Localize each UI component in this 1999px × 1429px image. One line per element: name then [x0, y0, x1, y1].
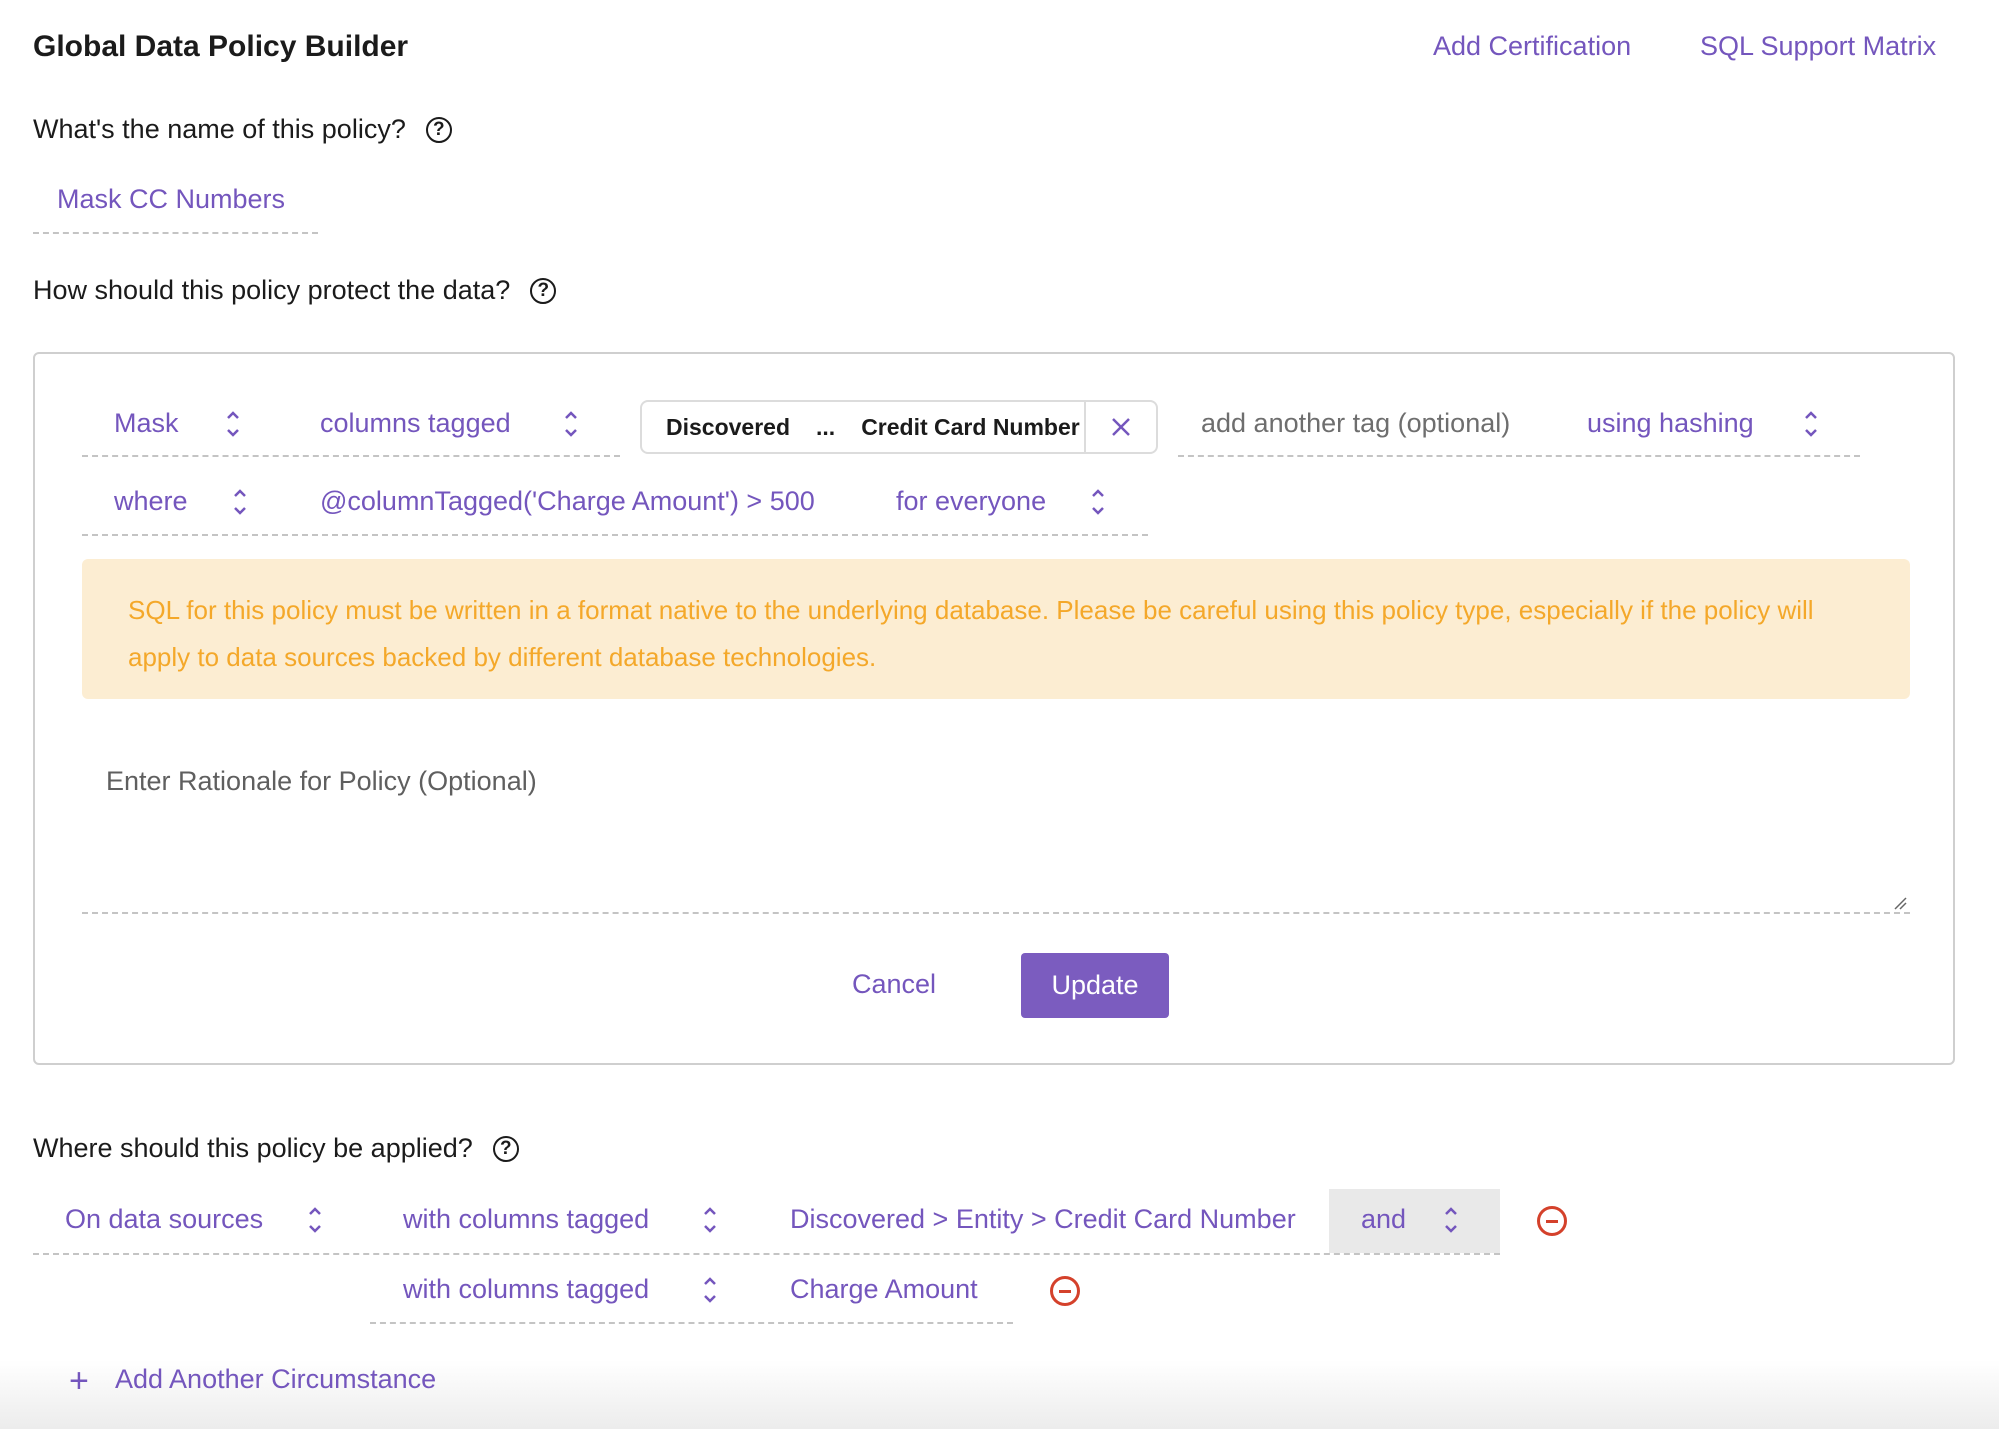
protect-question: How should this policy protect the data?…: [33, 275, 557, 306]
chevron-updown-icon[interactable]: [1090, 487, 1106, 517]
chevron-updown-icon[interactable]: [1803, 409, 1819, 439]
remove-circumstance-icon[interactable]: [1537, 1206, 1567, 1236]
circumstance-qualifier-select[interactable]: with columns tagged: [403, 1274, 649, 1305]
policy-name-underline: [33, 232, 318, 234]
action-select[interactable]: Mask: [114, 408, 179, 439]
sql-support-matrix-link[interactable]: SQL Support Matrix: [1700, 31, 1936, 62]
tag-chip-ellipsis: ...: [816, 413, 836, 440]
help-icon[interactable]: ?: [425, 116, 452, 143]
tag-chip-part1: Discovered: [666, 413, 791, 440]
chevron-updown-icon[interactable]: [1443, 1205, 1459, 1235]
circumstance-row1-underline: [33, 1253, 1500, 1255]
chevron-updown-icon[interactable]: [702, 1275, 718, 1305]
help-icon[interactable]: ?: [492, 1135, 519, 1162]
audience-select[interactable]: for everyone: [896, 486, 1046, 517]
target-select[interactable]: columns tagged: [320, 408, 511, 439]
circumstance-row2-underline: [370, 1322, 1013, 1324]
circumstance-tag-select[interactable]: Discovered > Entity > Credit Card Number: [790, 1204, 1296, 1235]
tag-chip-part2: Credit Card Number: [861, 413, 1080, 440]
cancel-button[interactable]: Cancel: [852, 969, 936, 1000]
chevron-updown-icon[interactable]: [225, 409, 241, 439]
resize-handle-icon[interactable]: [1893, 896, 1907, 915]
where-expression-input[interactable]: @columnTagged('Charge Amount') > 500: [320, 486, 815, 517]
row2-underline: [82, 534, 1148, 536]
question-label: How should this policy protect the data?: [33, 275, 511, 305]
sql-warning-banner: SQL for this policy must be written in a…: [82, 559, 1910, 699]
row1-right-underline: [1178, 455, 1860, 457]
conjunction-label[interactable]: and: [1361, 1204, 1406, 1235]
policy-name-question: What's the name of this policy? ?: [33, 114, 452, 145]
conjunction-select[interactable]: [1329, 1189, 1500, 1253]
apply-question: Where should this policy be applied? ?: [33, 1133, 519, 1164]
rationale-underline: [82, 912, 1910, 914]
question-label: What's the name of this policy?: [33, 114, 406, 144]
chevron-updown-icon[interactable]: [702, 1205, 718, 1235]
policy-editor-panel: [33, 352, 1955, 1065]
chevron-updown-icon[interactable]: [563, 409, 579, 439]
condition-select[interactable]: where: [114, 486, 188, 517]
chevron-updown-icon[interactable]: [307, 1205, 323, 1235]
rationale-textarea[interactable]: Enter Rationale for Policy (Optional): [106, 766, 537, 797]
add-tag-input[interactable]: add another tag (optional): [1201, 408, 1510, 439]
question-label: Where should this policy be applied?: [33, 1133, 473, 1163]
circumstance-qualifier-select[interactable]: with columns tagged: [403, 1204, 649, 1235]
add-circumstance-link[interactable]: Add Another Circumstance: [115, 1364, 436, 1395]
policy-name-input[interactable]: Mask CC Numbers: [57, 184, 285, 215]
plus-icon[interactable]: +: [69, 1362, 89, 1401]
row1-underline: [82, 455, 620, 457]
tag-chip[interactable]: Discovered ... Credit Card Number: [640, 400, 1158, 454]
scope-select[interactable]: On data sources: [65, 1204, 263, 1235]
add-certification-link[interactable]: Add Certification: [1433, 31, 1631, 62]
circumstance-tag-select[interactable]: Charge Amount: [790, 1274, 978, 1305]
chevron-updown-icon[interactable]: [232, 487, 248, 517]
close-icon[interactable]: [1084, 402, 1156, 452]
page-title: Global Data Policy Builder: [33, 30, 409, 63]
remove-circumstance-icon[interactable]: [1050, 1276, 1080, 1306]
help-icon[interactable]: ?: [530, 277, 557, 304]
method-select[interactable]: using hashing: [1587, 408, 1754, 439]
update-button[interactable]: Update: [1021, 953, 1169, 1018]
